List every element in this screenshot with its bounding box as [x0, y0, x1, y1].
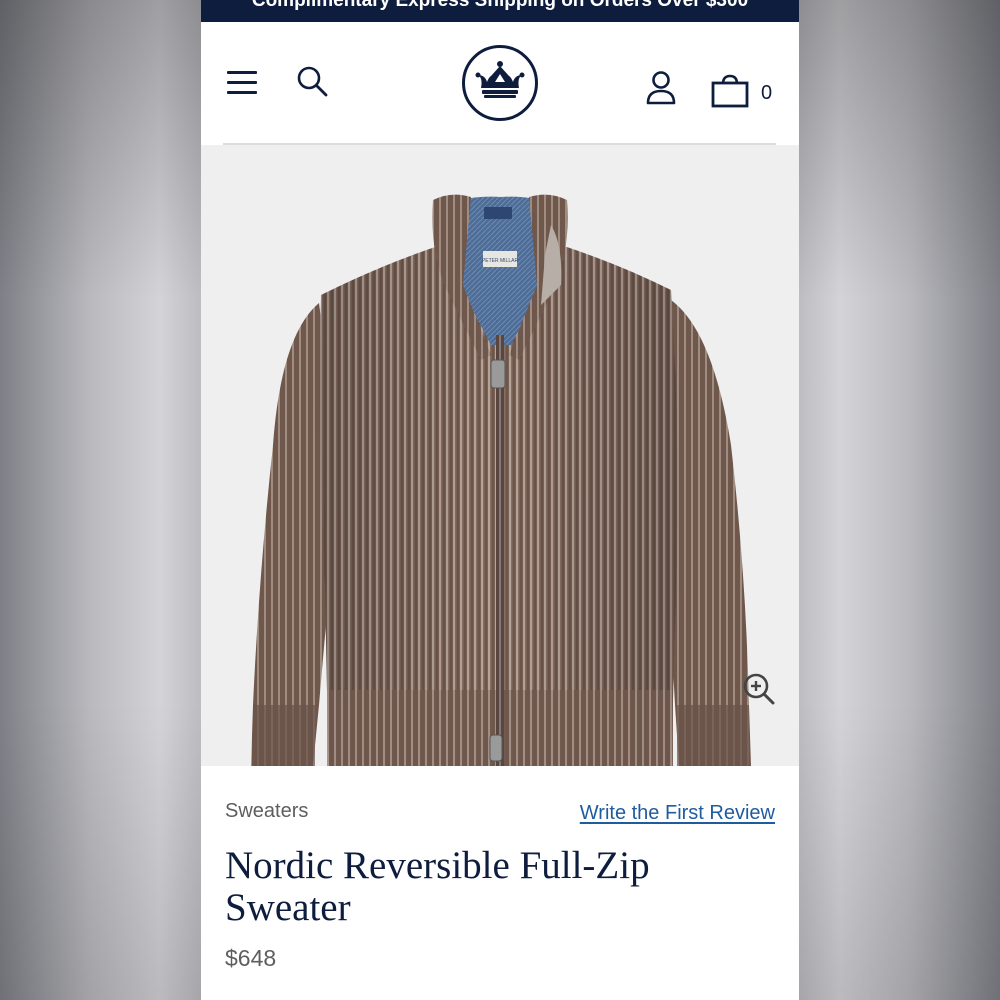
product-image[interactable]: PETER MILLAR [201, 145, 799, 766]
promo-banner[interactable]: Complimentary Express Shipping on Orders… [201, 0, 799, 22]
sweater-photo: PETER MILLAR [251, 194, 751, 766]
zoom-in-icon[interactable] [741, 671, 777, 707]
phone-screen: Complimentary Express Shipping on Orders… [201, 0, 799, 1000]
site-header: 0 [201, 22, 799, 144]
product-category[interactable]: Sweaters [225, 800, 308, 823]
promo-banner-text: Complimentary Express Shipping on Orders… [251, 0, 749, 11]
crown-logo-icon[interactable] [461, 44, 539, 122]
product-title: Nordic Reversible Full-Zip Sweater [225, 844, 650, 929]
cart-count[interactable]: 0 [761, 82, 772, 105]
search-icon[interactable] [295, 64, 331, 100]
hamburger-menu-icon[interactable] [225, 68, 259, 96]
user-account-icon[interactable] [645, 70, 677, 106]
product-price: $648 [225, 945, 277, 971]
shopping-bag-icon[interactable] [711, 74, 749, 108]
write-review-link[interactable]: Write the First Review [580, 802, 775, 825]
collar-label: PETER MILLAR [482, 258, 519, 264]
